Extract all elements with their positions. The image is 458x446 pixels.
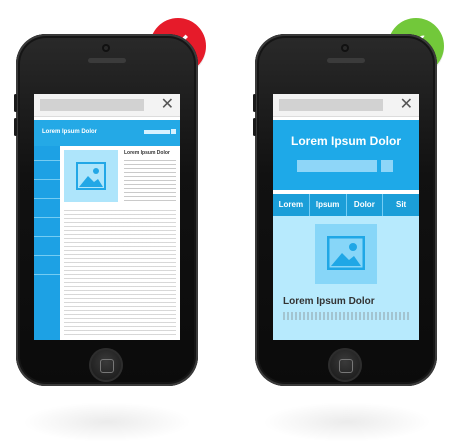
home-button[interactable] (89, 348, 123, 382)
card-content: Lorem Ipsum Dolor (273, 216, 419, 340)
tab-sit[interactable]: Sit (383, 194, 419, 216)
tab-ipsum[interactable]: Ipsum (310, 194, 347, 216)
volume-down-button (253, 118, 256, 136)
volume-down-button (14, 118, 17, 136)
site-title: Lorem Ipsum Dolor (42, 129, 98, 135)
reflection (22, 402, 192, 442)
close-icon[interactable]: ✕ (400, 95, 413, 115)
close-icon[interactable]: ✕ (161, 95, 174, 115)
site-title: Lorem Ipsum Dolor (290, 134, 401, 148)
sidebar-item[interactable] (34, 180, 60, 199)
hero-header: Lorem Ipsum Dolor (273, 120, 419, 190)
front-camera-icon (341, 44, 349, 52)
reflection (262, 402, 432, 442)
volume-up-button (253, 94, 256, 112)
volume-up-button (14, 94, 17, 112)
tab-lorem[interactable]: Lorem (273, 194, 310, 216)
image-placeholder (315, 224, 377, 284)
speaker-grill (88, 58, 126, 63)
image-icon (76, 162, 106, 190)
phone-non-responsive: ✕ Lorem Ipsum Dolor Lorem Ipsum Dolor (14, 34, 198, 386)
sidebar-item[interactable] (34, 256, 60, 275)
phone-responsive: ✕ Lorem Ipsum Dolor Lorem Ipsum Dolor Si… (253, 34, 437, 386)
tab-dolor[interactable]: Dolor (347, 194, 384, 216)
url-field[interactable] (40, 99, 144, 111)
search-button[interactable] (171, 129, 176, 134)
image-placeholder (64, 150, 118, 202)
url-field[interactable] (279, 99, 383, 111)
article-text-lower (64, 210, 176, 338)
speaker-grill (327, 58, 365, 63)
front-camera-icon (102, 44, 110, 52)
sidebar-item[interactable] (34, 199, 60, 218)
search-bar[interactable] (144, 130, 170, 134)
sidebar-item[interactable] (34, 161, 60, 180)
home-button[interactable] (328, 348, 362, 382)
nav-tabs: Lorem Ipsum Dolor Sit (273, 194, 419, 216)
site-header: Lorem Ipsum Dolor (34, 120, 180, 146)
card-title: Lorem Ipsum Dolor (283, 296, 375, 307)
screen-non-responsive: ✕ Lorem Ipsum Dolor Lorem Ipsum Dolor (34, 94, 180, 340)
sidebar-nav (34, 146, 60, 340)
sidebar-item[interactable] (34, 237, 60, 256)
search-bar[interactable] (297, 160, 377, 172)
browser-url-bar: ✕ (273, 94, 419, 117)
page-content: Lorem Ipsum Dolor (64, 150, 176, 340)
card-text-line (283, 312, 409, 320)
article-title: Lorem Ipsum Dolor (124, 150, 170, 156)
sidebar-item[interactable] (34, 218, 60, 237)
image-icon (327, 236, 365, 270)
article-text (124, 160, 176, 204)
screen-responsive: ✕ Lorem Ipsum Dolor Lorem Ipsum Dolor Si… (273, 94, 419, 340)
browser-url-bar: ✕ (34, 94, 180, 117)
sidebar-item[interactable] (34, 146, 60, 161)
search-button[interactable] (381, 160, 393, 172)
